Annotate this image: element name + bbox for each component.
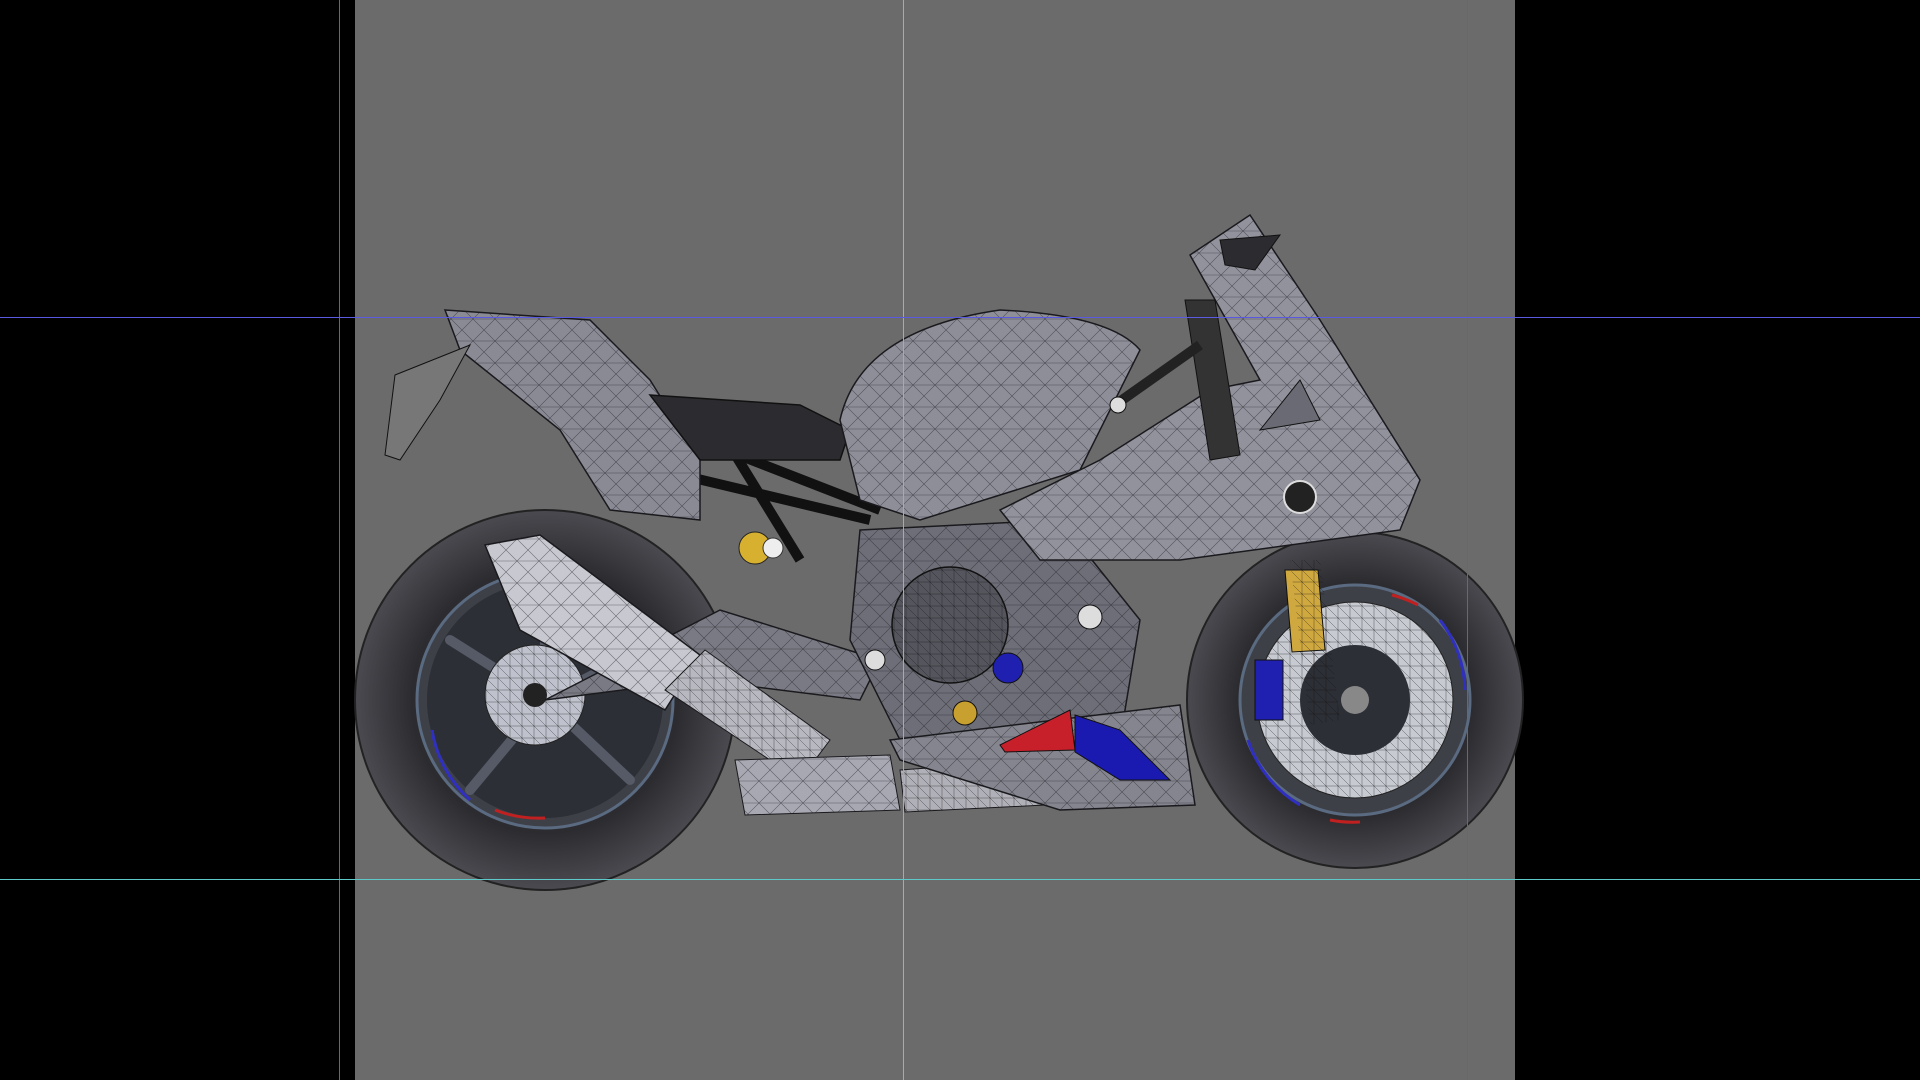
fairing[interactable]	[839, 213, 1421, 561]
center-guide-vertical	[903, 0, 904, 1080]
safe-area-guide-left	[339, 0, 340, 1080]
tail-section[interactable]	[384, 309, 851, 521]
safe-area-guide-right	[1467, 0, 1468, 1080]
3d-viewport[interactable]	[0, 0, 1920, 1080]
ground-guide-horizontal	[0, 879, 1920, 880]
front-wheel[interactable]	[1186, 531, 1524, 869]
safe-area-guide-top	[0, 317, 1920, 318]
motorcycle-model[interactable]	[0, 0, 1920, 1080]
